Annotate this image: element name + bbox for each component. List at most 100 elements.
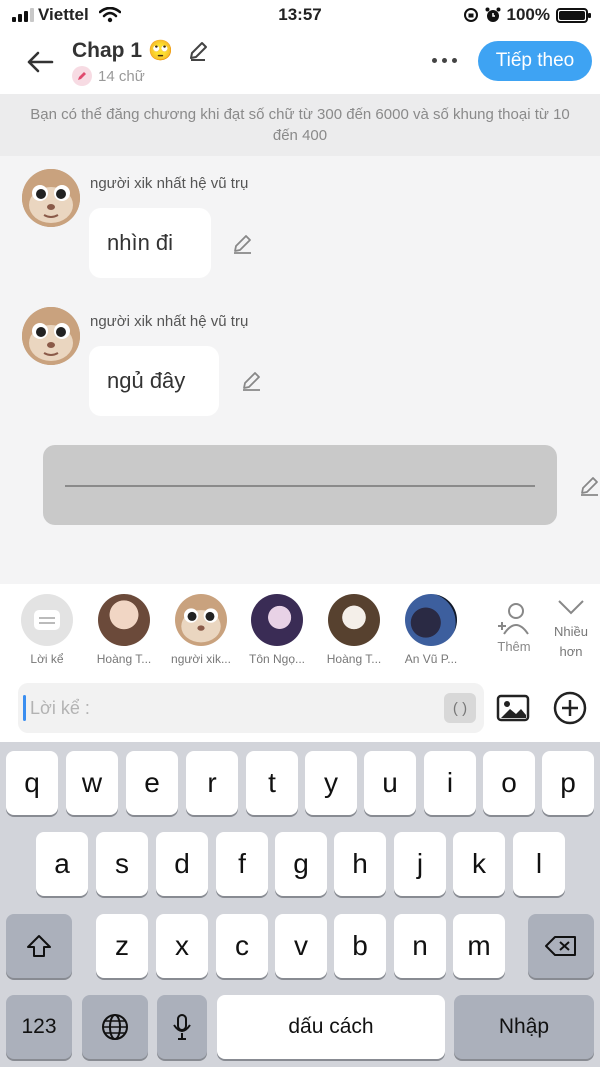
key-k[interactable]: k — [453, 832, 505, 896]
avatar[interactable] — [22, 169, 80, 227]
publish-requirement-notice: Bạn có thể đăng chương khi đạt số chữ từ… — [0, 94, 600, 156]
backspace-key[interactable] — [528, 914, 594, 978]
numbers-key[interactable]: 123 — [6, 995, 72, 1059]
parenthesis-button[interactable]: ( ) — [444, 693, 476, 723]
character-label: Hoàng T... — [326, 652, 382, 666]
key-m[interactable]: m — [453, 914, 505, 978]
next-button[interactable]: Tiếp theo — [478, 41, 592, 81]
narration-placeholder-bubble[interactable] — [43, 445, 557, 525]
character-item[interactable]: Hoàng T... — [87, 594, 161, 666]
pencil-icon — [72, 66, 92, 86]
character-picker: Lời kể Hoàng T... người xik... Tôn Ngọ..… — [0, 584, 600, 676]
add-person-icon — [498, 603, 529, 635]
key-q[interactable]: q — [6, 751, 58, 815]
character-label: Tôn Ngọ... — [248, 652, 306, 666]
dictation-key[interactable] — [157, 995, 207, 1059]
key-b[interactable]: b — [334, 914, 386, 978]
backspace-icon — [545, 936, 576, 956]
key-n[interactable]: n — [394, 914, 446, 978]
avatar — [405, 594, 457, 646]
rolling-eyes-emoji: 🙄 — [148, 40, 173, 62]
edit-message-icon[interactable] — [231, 232, 255, 256]
character-item[interactable]: Hoàng T... — [317, 594, 391, 666]
key-c[interactable]: c — [216, 914, 268, 978]
more-characters-button[interactable]: Nhiều hơn — [542, 598, 600, 662]
character-label: Lời kể — [30, 652, 64, 666]
key-w[interactable]: w — [66, 751, 118, 815]
key-h[interactable]: h — [334, 832, 386, 896]
language-key[interactable] — [82, 995, 148, 1059]
chapter-header: Chap 1 🙄 14 chữ Tiếp theo — [0, 32, 600, 94]
edit-message-icon[interactable] — [240, 369, 264, 393]
add-character-label: Thêm — [497, 639, 531, 654]
key-t[interactable]: t — [246, 751, 298, 815]
microphone-icon — [173, 1014, 191, 1040]
key-d[interactable]: d — [156, 832, 208, 896]
character-narrator[interactable]: Lời kể — [10, 594, 84, 666]
status-bar: Viettel 13:57 100% — [0, 0, 600, 32]
narrator-icon — [21, 594, 73, 646]
keyboard: q w e r t y u i o p a s d f g h j k l z … — [0, 742, 600, 1067]
add-character-button[interactable]: Thêm — [490, 600, 538, 654]
avatar — [251, 594, 303, 646]
return-key[interactable]: Nhập — [454, 995, 594, 1059]
edit-narration-icon[interactable] — [578, 474, 600, 498]
key-i[interactable]: i — [424, 751, 476, 815]
character-item[interactable]: người xik... — [164, 594, 238, 666]
narration-input[interactable] — [30, 683, 450, 733]
key-e[interactable]: e — [126, 751, 178, 815]
key-s[interactable]: s — [96, 832, 148, 896]
character-label: Hoàng T... — [96, 652, 152, 666]
message-bubble[interactable]: nhìn đi — [89, 208, 211, 278]
cat-avatar-icon — [22, 307, 80, 365]
avatar — [98, 594, 150, 646]
key-j[interactable]: j — [394, 832, 446, 896]
character-label: người xik... — [171, 652, 231, 666]
key-u[interactable]: u — [364, 751, 416, 815]
back-button[interactable] — [20, 44, 60, 80]
battery-percent: 100% — [506, 5, 550, 24]
more-characters-label: Nhiều hơn — [554, 624, 588, 659]
add-circle-icon[interactable] — [552, 690, 588, 726]
placeholder-line — [65, 485, 535, 487]
composer: ( ) — [0, 676, 600, 742]
narration-input-box[interactable]: ( ) — [18, 683, 484, 733]
key-a[interactable]: a — [36, 832, 88, 896]
key-r[interactable]: r — [186, 751, 238, 815]
more-options-button[interactable] — [432, 58, 457, 63]
key-v[interactable]: v — [275, 914, 327, 978]
key-p[interactable]: p — [542, 751, 594, 815]
chevron-down-icon — [558, 600, 584, 615]
avatar — [328, 594, 380, 646]
sender-name: người xik nhất hệ vũ trụ — [90, 313, 249, 330]
image-icon[interactable] — [495, 690, 531, 726]
key-f[interactable]: f — [216, 832, 268, 896]
space-key[interactable]: dấu cách — [217, 995, 445, 1059]
key-x[interactable]: x — [156, 914, 208, 978]
message-bubble[interactable]: ngủ đây — [89, 346, 219, 416]
cat-avatar-icon — [22, 169, 80, 227]
character-item[interactable]: Tôn Ngọ... — [240, 594, 314, 666]
edit-title-icon[interactable] — [187, 40, 209, 62]
alarm-icon — [485, 7, 501, 22]
character-label: An Vũ P... — [404, 652, 458, 666]
battery-icon — [556, 7, 591, 23]
key-o[interactable]: o — [483, 751, 535, 815]
avatar[interactable] — [22, 307, 80, 365]
key-z[interactable]: z — [96, 914, 148, 978]
character-item[interactable]: An Vũ P... — [394, 594, 468, 666]
key-g[interactable]: g — [275, 832, 327, 896]
shift-arrow-icon — [27, 935, 51, 957]
rotation-lock-icon — [463, 8, 478, 22]
word-count: 14 chữ — [72, 66, 145, 86]
globe-icon — [102, 1014, 128, 1040]
word-count-text: 14 chữ — [98, 67, 145, 85]
text-caret — [23, 695, 26, 721]
more-dots-icon — [432, 58, 437, 63]
shift-key[interactable] — [6, 914, 72, 978]
key-y[interactable]: y — [305, 751, 357, 815]
key-l[interactable]: l — [513, 832, 565, 896]
chapter-title[interactable]: Chap 1 🙄 — [72, 38, 209, 63]
cat-avatar-icon — [175, 594, 227, 646]
arrow-left-icon — [27, 51, 54, 73]
